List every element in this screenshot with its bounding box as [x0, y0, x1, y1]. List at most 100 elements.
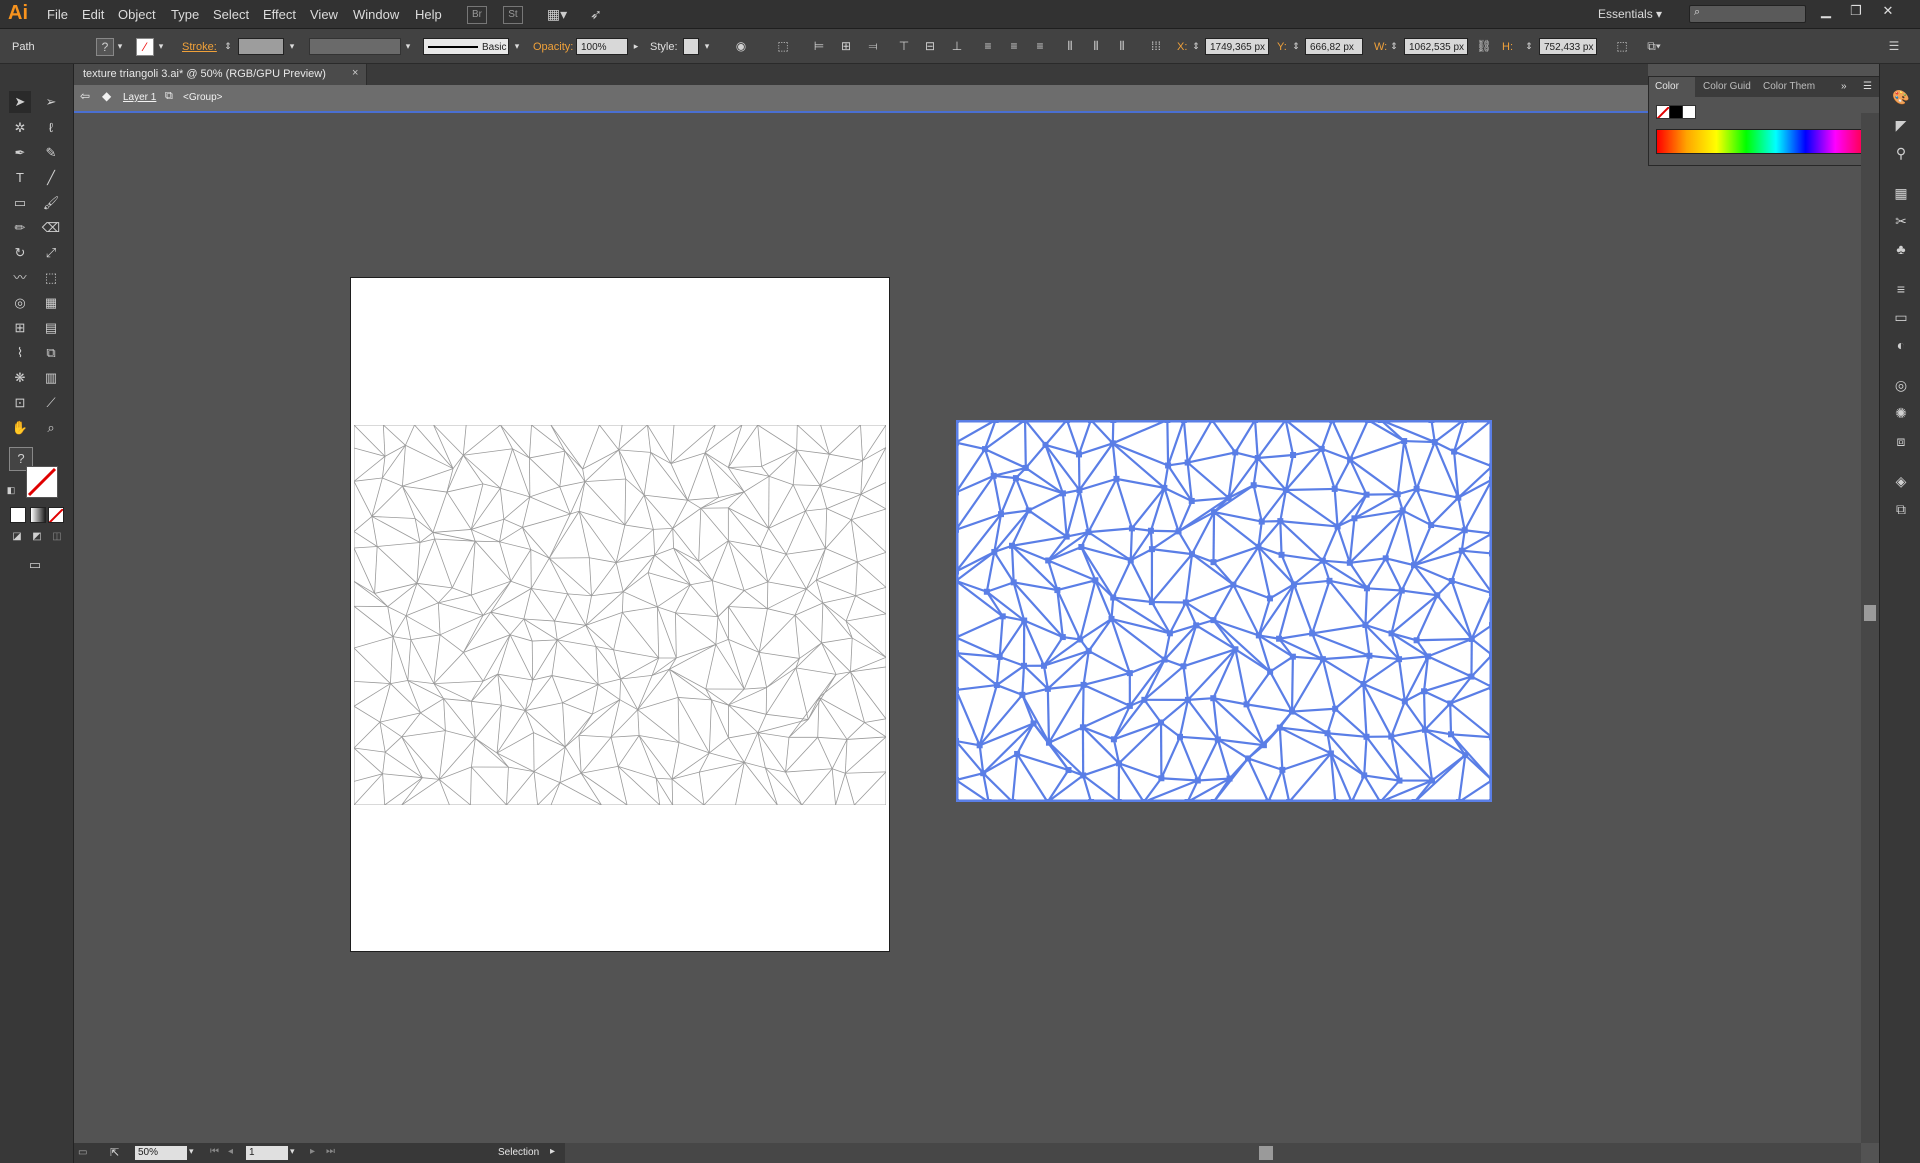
menu-select[interactable]: Select: [213, 7, 249, 22]
asset-export-icon[interactable]: ⧈: [1890, 430, 1912, 452]
distribute-center-h-icon[interactable]: ⦀: [1088, 38, 1104, 54]
align-to-icon[interactable]: ⬚: [775, 38, 791, 54]
black-swatch[interactable]: [1669, 105, 1683, 119]
opacity-arrow[interactable]: ▸: [630, 38, 642, 55]
stroke-weight-field[interactable]: [238, 38, 284, 55]
scale-tool-icon[interactable]: ⤢: [40, 242, 62, 264]
horizontal-scrollbar[interactable]: [565, 1143, 1861, 1163]
prev-artboard-icon[interactable]: ◂: [228, 1146, 233, 1157]
screen-mode-icon[interactable]: ▭: [24, 554, 46, 576]
menu-window[interactable]: Window: [353, 7, 399, 22]
artboard-number-field[interactable]: 1: [246, 1146, 288, 1160]
menu-edit[interactable]: Edit: [82, 7, 104, 22]
draw-behind-icon[interactable]: ◩: [30, 530, 44, 544]
direct-selection-tool-icon[interactable]: ➢: [40, 91, 62, 113]
color-panel-icon[interactable]: 🎨: [1890, 86, 1912, 108]
eraser-tool-icon[interactable]: ⌫: [40, 217, 62, 239]
symbols-icon[interactable]: ♣: [1890, 238, 1912, 260]
search-input[interactable]: ⌕: [1689, 5, 1806, 23]
rectangle-tool-icon[interactable]: ▭: [9, 192, 31, 214]
default-colors-icon[interactable]: ◧: [4, 483, 18, 497]
menu-type[interactable]: Type: [171, 7, 199, 22]
blend-tool-icon[interactable]: ⧉: [40, 342, 62, 364]
warp-tool-icon[interactable]: 〰: [9, 267, 31, 289]
menu-object[interactable]: Object: [118, 7, 156, 22]
distribute-right-icon[interactable]: ⦀: [1114, 38, 1130, 54]
fill-swatch[interactable]: ?: [96, 38, 114, 56]
close-tab-icon[interactable]: ×: [352, 67, 358, 79]
layers-panel-icon[interactable]: ◈: [1890, 470, 1912, 492]
perspective-grid-tool-icon[interactable]: ▦: [40, 292, 62, 314]
none-swatch[interactable]: [1656, 105, 1670, 119]
stroke-swatch[interactable]: ⁄: [136, 38, 154, 56]
variable-width-dropdown[interactable]: ▾: [402, 38, 414, 55]
panel-expand-icon[interactable]: »: [1841, 81, 1847, 92]
fill-dropdown[interactable]: ▾: [114, 38, 126, 55]
brush-dropdown[interactable]: ▾: [511, 38, 523, 55]
stroke-panel-icon[interactable]: ≡: [1890, 278, 1912, 300]
status-toggle-icon[interactable]: ▭: [78, 1147, 87, 1158]
opacity-label[interactable]: Opacity:: [533, 41, 573, 53]
align-left-icon[interactable]: ⊨: [811, 38, 827, 54]
free-transform-tool-icon[interactable]: ⬚: [40, 267, 62, 289]
selection-tool-icon[interactable]: ➤: [9, 91, 31, 113]
menu-view[interactable]: View: [310, 7, 338, 22]
hand-tool-icon[interactable]: ✋: [9, 417, 31, 439]
opacity-field[interactable]: 100%: [576, 38, 628, 55]
gradient-panel-icon[interactable]: ▭: [1890, 306, 1912, 328]
zoom-tool-icon[interactable]: ⌕: [40, 417, 62, 439]
color-guide-icon[interactable]: ◤: [1890, 114, 1912, 136]
stroke-label[interactable]: Stroke:: [182, 41, 217, 53]
minimize-button[interactable]: ▁: [1815, 3, 1837, 21]
gradient-tool-icon[interactable]: ▤: [40, 317, 62, 339]
h-stepper[interactable]: ⇕: [1523, 38, 1535, 55]
rotate-tool-icon[interactable]: ↻: [9, 242, 31, 264]
graphic-styles-icon[interactable]: ✺: [1890, 402, 1912, 424]
magic-wand-tool-icon[interactable]: ✲: [9, 117, 31, 139]
stroke-weight-dropdown[interactable]: ▾: [286, 38, 298, 55]
draw-normal-icon[interactable]: ◪: [10, 530, 24, 544]
w-field[interactable]: 1062,535 px: [1404, 38, 1468, 55]
stock-icon[interactable]: St: [503, 6, 523, 24]
close-window-button[interactable]: ✕: [1877, 3, 1899, 21]
recolor-icon[interactable]: ⚲: [1890, 142, 1912, 164]
column-graph-tool-icon[interactable]: ▥: [40, 367, 62, 389]
last-artboard-icon[interactable]: ⏭: [326, 1146, 335, 1157]
zoom-dropdown[interactable]: ▾: [189, 1146, 194, 1157]
first-artboard-icon[interactable]: ⏮: [210, 1146, 219, 1157]
white-swatch[interactable]: [1682, 105, 1696, 119]
x-stepper[interactable]: ⇕: [1190, 38, 1202, 55]
h-field[interactable]: 752,433 px: [1539, 38, 1597, 55]
group-breadcrumb[interactable]: <Group>: [183, 92, 222, 103]
gpu-performance-icon[interactable]: ➶: [587, 6, 605, 22]
distribute-left-icon[interactable]: ⦀: [1062, 38, 1078, 54]
stroke-swatch-dropdown[interactable]: ▾: [155, 38, 167, 55]
next-artboard-icon[interactable]: ▸: [310, 1146, 315, 1157]
x-field[interactable]: 1749,365 px: [1205, 38, 1269, 55]
status-menu-arrow[interactable]: ▸: [550, 1146, 555, 1157]
selected-triangle-mesh[interactable]: [956, 420, 1492, 802]
symbol-sprayer-tool-icon[interactable]: ❋: [9, 367, 31, 389]
mesh-tool-icon[interactable]: ⊞: [9, 317, 31, 339]
distribute-center-v-icon[interactable]: ≡: [1006, 38, 1022, 54]
eyedropper-tool-icon[interactable]: ⌇: [9, 342, 31, 364]
type-tool-icon[interactable]: T: [9, 167, 31, 189]
artboards-panel-icon[interactable]: ⧉: [1890, 498, 1912, 520]
menu-help[interactable]: Help: [415, 7, 442, 22]
pencil-tool-icon[interactable]: ✏: [9, 217, 31, 239]
transparency-panel-icon[interactable]: ◐: [1890, 334, 1912, 356]
none-mode-icon[interactable]: [48, 507, 64, 523]
slice-tool-icon[interactable]: ⟋: [40, 392, 62, 414]
brush-definition[interactable]: Basic: [423, 38, 509, 55]
document-tab[interactable]: texture triangoli 3.ai* @ 50% (RGB/GPU P…: [74, 64, 367, 85]
align-right-icon[interactable]: ⫤: [865, 38, 881, 54]
reference-point-icon[interactable]: ⁞⁞⁞: [1148, 38, 1164, 54]
tab-color-guide[interactable]: Color Guid: [1703, 81, 1751, 92]
w-stepper[interactable]: ⇕: [1388, 38, 1400, 55]
align-center-v-icon[interactable]: ⊟: [922, 38, 938, 54]
paintbrush-tool-icon[interactable]: 🖌: [40, 192, 62, 214]
back-arrow-icon[interactable]: ⇦: [80, 89, 90, 103]
tab-color-themes[interactable]: Color Them: [1763, 81, 1815, 92]
graphic-style-swatch[interactable]: [683, 38, 699, 55]
y-field[interactable]: 666,82 px: [1305, 38, 1363, 55]
